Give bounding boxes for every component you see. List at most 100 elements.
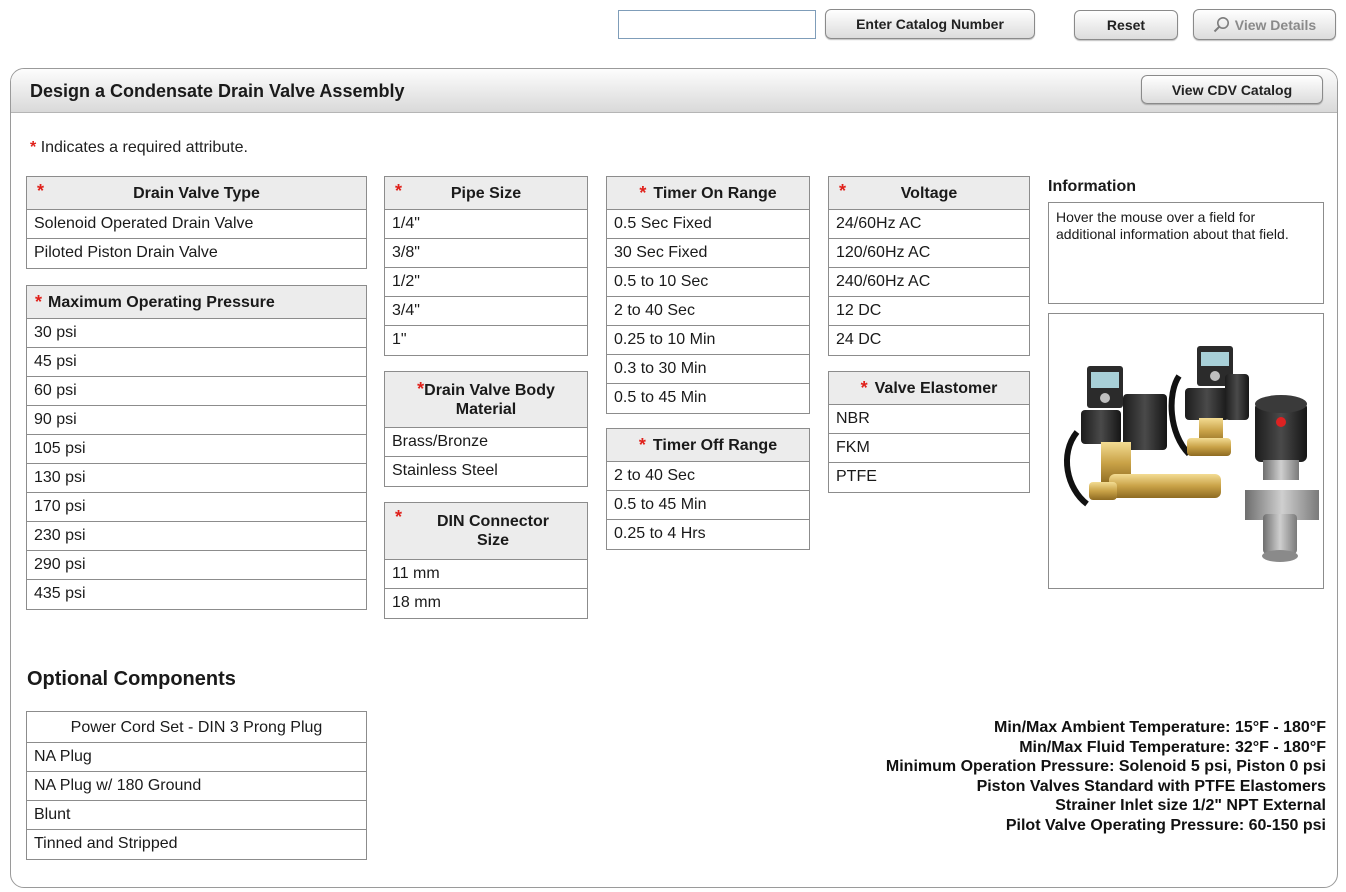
power-cord-header: Power Cord Set - DIN 3 Prong Plug <box>27 712 366 743</box>
view-details-label: View Details <box>1234 16 1317 33</box>
option-row[interactable]: 290 psi <box>27 551 366 580</box>
option-row[interactable]: 105 psi <box>27 435 366 464</box>
max-pressure-options: 30 psi 45 psi 60 psi 90 psi 105 psi 130 psi 17… <box>27 319 366 609</box>
option-row[interactable]: Tinned and Stripped <box>27 830 366 859</box>
option-row[interactable]: 0.5 to 45 Min <box>607 384 809 413</box>
option-row[interactable]: Brass/Bronze <box>385 428 587 457</box>
catalog-number-input[interactable] <box>618 10 816 39</box>
drain-valve-type-header-label: Drain Valve Type <box>133 184 260 202</box>
option-row[interactable]: 45 psi <box>27 348 366 377</box>
power-cord-header-label: Power Cord Set - DIN 3 Prong Plug <box>70 718 323 736</box>
elastomer-options: NBR FKM PTFE <box>829 405 1029 492</box>
body-material-options: Brass/Bronze Stainless Steel <box>385 428 587 486</box>
spec-line: Pilot Valve Operating Pressure: 60-150 p… <box>1005 816 1326 834</box>
option-row[interactable]: Blunt <box>27 801 366 830</box>
optional-components-title: Optional Components <box>27 668 236 690</box>
reset-button[interactable]: Reset <box>1074 10 1178 40</box>
option-row[interactable]: PTFE <box>829 463 1029 492</box>
view-cdv-catalog-label: View CDV Catalog <box>1171 81 1293 98</box>
option-row[interactable]: Stainless Steel <box>385 457 587 486</box>
option-row[interactable]: Solenoid Operated Drain Valve <box>27 210 366 239</box>
option-row[interactable]: 11 mm <box>385 560 587 589</box>
power-cord-options: NA Plug NA Plug w/ 180 Ground Blunt Tinned … <box>27 743 366 859</box>
option-row[interactable]: 0.25 to 10 Min <box>607 326 809 355</box>
required-note-text: Indicates a required attribute. <box>40 139 248 156</box>
option-row[interactable]: NA Plug w/ 180 Ground <box>27 772 366 801</box>
option-row[interactable]: 170 psi <box>27 493 366 522</box>
option-row[interactable]: 435 psi <box>27 580 366 609</box>
body-material-header-line2: Material <box>455 401 517 418</box>
required-star-icon: * <box>35 291 43 312</box>
option-row[interactable]: 0.5 to 45 Min <box>607 491 809 520</box>
option-row[interactable]: 2 to 40 Sec <box>607 462 809 491</box>
timer-on-table: * Timer On Range 0.5 Sec Fixed 30 Sec Fix… <box>606 176 810 414</box>
drain-valve-type-header: * Drain Valve Type <box>27 177 366 210</box>
option-row[interactable]: 12 DC <box>829 297 1029 326</box>
option-row[interactable]: 1/2" <box>385 268 587 297</box>
option-row[interactable]: 120/60Hz AC <box>829 239 1029 268</box>
option-row[interactable]: 3/8" <box>385 239 587 268</box>
option-row[interactable]: 0.5 to 10 Sec <box>607 268 809 297</box>
enter-catalog-number-button[interactable]: Enter Catalog Number <box>825 9 1035 39</box>
option-row[interactable]: FKM <box>829 434 1029 463</box>
view-details-button[interactable]: View Details <box>1193 9 1336 40</box>
required-star-icon: * <box>395 181 403 201</box>
option-row[interactable]: 0.25 to 4 Hrs <box>607 520 809 549</box>
elastomer-header: * Valve Elastomer <box>829 372 1029 405</box>
required-star-icon: * <box>839 181 847 201</box>
drain-valves-illustration <box>1063 346 1319 562</box>
option-row[interactable]: NA Plug <box>27 743 366 772</box>
required-star-icon: * <box>30 139 37 156</box>
drain-valve-type-table: * Drain Valve Type Solenoid Operated Dra… <box>26 176 367 269</box>
option-row[interactable]: 240/60Hz AC <box>829 268 1029 297</box>
pipe-size-header-label: Pipe Size <box>450 184 522 202</box>
option-row[interactable]: 18 mm <box>385 589 587 618</box>
option-row[interactable]: 24 DC <box>829 326 1029 355</box>
din-connector-table: * DIN Connector Size 11 mm 18 mm <box>384 502 588 619</box>
option-row[interactable]: 1/4" <box>385 210 587 239</box>
magnifier-icon <box>1213 16 1230 33</box>
timer-on-header: * Timer On Range <box>607 177 809 210</box>
voltage-options: 24/60Hz AC 120/60Hz AC 240/60Hz AC 12 DC 24 … <box>829 210 1029 355</box>
spec-line: Strainer Inlet size 1/2" NPT External <box>1055 797 1326 814</box>
panel-title: Design a Condensate Drain Valve Assembly <box>30 81 405 101</box>
max-pressure-header: * Maximum Operating Pressure <box>27 286 366 319</box>
option-row[interactable]: 3/4" <box>385 297 587 326</box>
timer-off-header: * Timer Off Range <box>607 429 809 462</box>
body-material-header-label: Drain Valve Body <box>424 382 555 399</box>
spec-line: Min/Max Fluid Temperature: 32°F - 180°F <box>1019 738 1326 756</box>
timer-off-options: 2 to 40 Sec 0.5 to 45 Min 0.25 to 4 Hrs <box>607 462 809 549</box>
option-row[interactable]: 2 to 40 Sec <box>607 297 809 326</box>
required-star-icon: * <box>639 182 647 203</box>
required-note: * Indicates a required attribute. <box>30 139 248 157</box>
option-row[interactable]: 24/60Hz AC <box>829 210 1029 239</box>
option-row[interactable]: 0.5 Sec Fixed <box>607 210 809 239</box>
timer-off-table: * Timer Off Range 2 to 40 Sec 0.5 to 45 M… <box>606 428 810 550</box>
timer-on-header-label: Timer On Range <box>653 184 777 202</box>
option-row[interactable]: 0.3 to 30 Min <box>607 355 809 384</box>
din-connector-header-line2: Size <box>476 532 509 549</box>
din-connector-header: * DIN Connector Size <box>385 503 587 560</box>
spec-line: Min/Max Ambient Temperature: 15°F - 180°… <box>994 719 1326 736</box>
din-connector-header-line1: DIN Connector <box>437 513 549 530</box>
view-cdv-catalog-button[interactable]: View CDV Catalog <box>1141 75 1323 104</box>
timer-on-options: 0.5 Sec Fixed 30 Sec Fixed 0.5 to 10 Sec 2 … <box>607 210 809 413</box>
elastomer-table: * Valve Elastomer NBR FKM PTFE <box>828 371 1030 493</box>
option-row[interactable]: 1" <box>385 326 587 355</box>
option-row[interactable]: NBR <box>829 405 1029 434</box>
option-row[interactable]: 30 Sec Fixed <box>607 239 809 268</box>
option-row[interactable]: 30 psi <box>27 319 366 348</box>
product-image <box>1048 313 1324 589</box>
option-row[interactable]: 60 psi <box>27 377 366 406</box>
option-row[interactable]: 130 psi <box>27 464 366 493</box>
required-star-icon: * <box>37 181 45 201</box>
panel-header: Design a Condensate Drain Valve Assembly <box>11 69 1337 113</box>
max-pressure-header-label: Maximum Operating Pressure <box>48 293 275 311</box>
option-row[interactable]: Piloted Piston Drain Valve <box>27 239 366 268</box>
required-star-icon: * <box>395 507 403 527</box>
option-row[interactable]: 90 psi <box>27 406 366 435</box>
information-title: Information <box>1048 178 1136 195</box>
body-material-header-line1: *Drain Valve Body <box>417 380 555 400</box>
option-row[interactable]: 230 psi <box>27 522 366 551</box>
enter-catalog-number-label: Enter Catalog Number <box>856 16 1004 32</box>
